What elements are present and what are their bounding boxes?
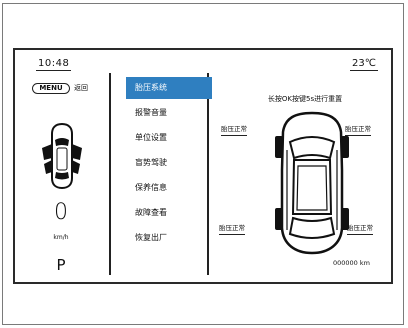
temperature-readout: 23℃ [350, 58, 378, 71]
menu-item-maintenance[interactable]: 保养信息 [126, 177, 212, 199]
odometer: 000000 km [333, 259, 370, 267]
car-top-view-icon [275, 111, 349, 255]
menu-button[interactable]: MENU [32, 83, 70, 94]
reset-instruction: 长按OK按键5s进行重置 [267, 95, 343, 103]
menu-item-driving[interactable]: 盲势驾驶 [126, 152, 212, 174]
tire-status-rear-left: 胎压正常 [219, 222, 245, 235]
menu-item-unit-settings[interactable]: 单位设置 [126, 127, 212, 149]
back-button[interactable]: 返回 [74, 83, 88, 94]
infotainment-screen: 10:48 23℃ MENU 返回 0 km/h P 胎压系统 报警音量 单位设… [13, 48, 393, 284]
gear-indicator: P [56, 256, 66, 274]
car-doors-open-icon [42, 122, 82, 190]
tire-status-front-left: 胎压正常 [221, 123, 247, 136]
speed-unit: km/h [53, 234, 69, 241]
clock: 10:48 [36, 58, 72, 71]
menu-item-fault-check[interactable]: 故障查看 [126, 202, 212, 224]
menu-item-alarm-volume[interactable]: 报警音量 [126, 102, 212, 124]
menu-item-tire-pressure[interactable]: 胎压系统 [126, 77, 212, 99]
left-divider [109, 73, 111, 275]
settings-menu: 胎压系统 报警音量 单位设置 盲势驾驶 保养信息 故障查看 恢复出厂 [126, 77, 216, 252]
menu-item-factory-reset[interactable]: 恢复出厂 [126, 227, 212, 249]
speed-value: 0 [54, 200, 68, 225]
